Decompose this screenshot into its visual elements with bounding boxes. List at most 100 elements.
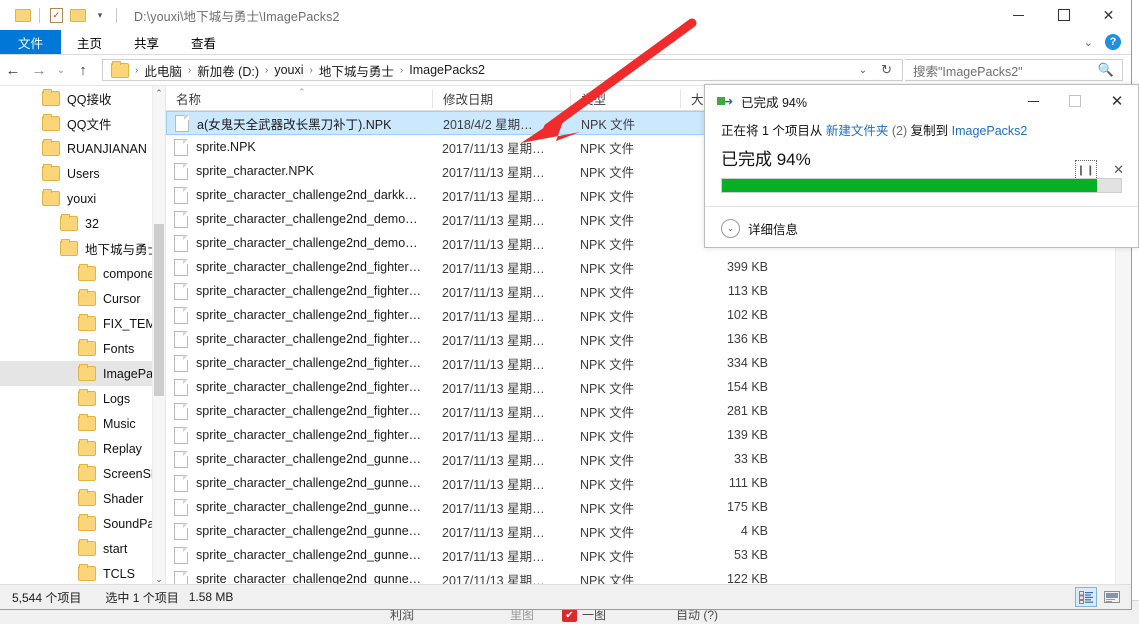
tree-item-Music[interactable]: Music bbox=[0, 411, 165, 436]
table-row[interactable]: sprite_character_challenge2nd_fighter… 20… bbox=[166, 255, 1131, 279]
customize-qat-dropdown-icon[interactable]: ▾ bbox=[89, 4, 111, 26]
column-header-type[interactable]: 类型 bbox=[570, 88, 680, 108]
large-icons-view-icon[interactable] bbox=[1101, 587, 1123, 607]
tab-share[interactable]: 共享 bbox=[118, 30, 175, 54]
address-history-dropdown-icon[interactable]: ⌄ bbox=[853, 65, 873, 76]
cell-date: 2017/11/13 星期… bbox=[442, 333, 545, 348]
window-caption-buttons: ✕ bbox=[996, 0, 1131, 30]
folder-tree: QQ接收 QQ文件 RUANJIANAN Users youxi 32 地下城与勇士 comp… bbox=[0, 86, 165, 586]
tree-item-SoundPack[interactable]: SoundPack bbox=[0, 511, 165, 536]
tab-view[interactable]: 查看 bbox=[175, 30, 232, 54]
nav-scroll-up-icon[interactable]: ⌃ bbox=[153, 86, 165, 100]
copy-destination-link[interactable]: ImagePacks2 bbox=[952, 124, 1028, 138]
tree-item-ImagePack[interactable]: ImagePack bbox=[0, 361, 165, 386]
folder-icon bbox=[78, 464, 96, 481]
dialog-close-button[interactable]: ✕ bbox=[1096, 85, 1138, 117]
tree-item-Replay[interactable]: Replay bbox=[0, 436, 165, 461]
tab-file[interactable]: 文件 bbox=[0, 30, 62, 54]
properties-icon[interactable]: ✓ bbox=[45, 4, 67, 26]
cell-type: NPK 文件 bbox=[580, 285, 635, 300]
nav-pane-scrollbar[interactable]: ⌃ ⌄ bbox=[152, 86, 165, 586]
details-toggle[interactable]: ⌄ 详细信息 bbox=[721, 219, 798, 238]
file-icon bbox=[174, 234, 188, 252]
up-icon[interactable]: ↑ bbox=[70, 57, 96, 83]
table-row[interactable]: sprite_character_challenge2nd_gunne… 2017… bbox=[166, 447, 1131, 471]
folder-icon bbox=[78, 489, 96, 506]
maximize-button[interactable] bbox=[1041, 0, 1086, 30]
file-name-label: sprite_character_challenge2nd_gunne… bbox=[196, 548, 422, 562]
cell-name: sprite_character_challenge2nd_gunne… bbox=[166, 498, 432, 516]
chevron-down-icon[interactable]: ⌄ bbox=[721, 219, 740, 238]
tree-item-TCLS[interactable]: TCLS bbox=[0, 561, 165, 586]
cell-name: sprite_character_challenge2nd_gunne… bbox=[166, 450, 432, 468]
file-icon bbox=[174, 426, 188, 444]
new-folder-icon[interactable] bbox=[67, 4, 89, 26]
tree-item-地下城与勇士[interactable]: 地下城与勇士 bbox=[0, 236, 165, 261]
tree-item-youxi[interactable]: youxi bbox=[0, 186, 165, 211]
table-row[interactable]: sprite_character_challenge2nd_gunne… 2017… bbox=[166, 519, 1131, 543]
folder-icon[interactable] bbox=[12, 4, 34, 26]
tree-item-Shader[interactable]: Shader bbox=[0, 486, 165, 511]
details-label: 详细信息 bbox=[748, 223, 799, 237]
tree-item-Users[interactable]: Users bbox=[0, 161, 165, 186]
expand-ribbon-icon[interactable]: ⌄ bbox=[1080, 36, 1097, 49]
tree-item-start[interactable]: start bbox=[0, 536, 165, 561]
table-row[interactable]: sprite_character_challenge2nd_gunne… 2017… bbox=[166, 543, 1131, 567]
breadcrumb-youxi[interactable]: youxi bbox=[270, 63, 307, 77]
cancel-copy-button[interactable]: ✕ bbox=[1113, 162, 1124, 178]
breadcrumb-imagepacks2[interactable]: ImagePacks2 bbox=[405, 63, 489, 77]
file-icon bbox=[174, 378, 188, 396]
tree-item-label: Logs bbox=[103, 391, 131, 406]
copy-source-link[interactable]: 新建文件夹 bbox=[826, 124, 889, 138]
minimize-button[interactable] bbox=[996, 0, 1041, 30]
table-row[interactable]: sprite_character_challenge2nd_fighter… 20… bbox=[166, 351, 1131, 375]
cell-name: sprite_character_challenge2nd_fighter… bbox=[166, 378, 432, 396]
folder-icon bbox=[78, 339, 96, 356]
refresh-icon[interactable]: ↻ bbox=[879, 62, 900, 78]
tree-item-label: Music bbox=[103, 416, 136, 431]
file-icon bbox=[174, 138, 188, 156]
tree-item-componen[interactable]: componen bbox=[0, 261, 165, 286]
forward-icon[interactable]: → bbox=[26, 57, 52, 83]
breadcrumb-dnf[interactable]: 地下城与勇士 bbox=[315, 61, 398, 80]
search-box[interactable]: 搜索"ImagePacks2" 🔍 bbox=[905, 59, 1123, 81]
breadcrumb-this-pc[interactable]: 此电脑 bbox=[140, 61, 186, 80]
table-row[interactable]: sprite_character_challenge2nd_fighter… 20… bbox=[166, 327, 1131, 351]
table-row[interactable]: sprite_character_challenge2nd_fighter… 20… bbox=[166, 303, 1131, 327]
table-row[interactable]: sprite_character_challenge2nd_gunne… 2017… bbox=[166, 495, 1131, 519]
cell-type: NPK 文件 bbox=[580, 309, 635, 324]
table-row[interactable]: sprite_character_challenge2nd_fighter… 20… bbox=[166, 279, 1131, 303]
tree-item-FIX_TEMP_[interactable]: FIX_TEMP_ bbox=[0, 311, 165, 336]
help-icon[interactable]: ? bbox=[1105, 34, 1121, 50]
column-header-date[interactable]: 修改日期 bbox=[432, 88, 570, 108]
table-row[interactable]: sprite_character_challenge2nd_fighter… 20… bbox=[166, 375, 1131, 399]
address-bar[interactable]: › 此电脑 › 新加卷 (D:) › youxi › 地下城与勇士 › Imag… bbox=[102, 59, 903, 81]
tree-item-QQ接收[interactable]: QQ接收 bbox=[0, 86, 165, 111]
dialog-caption: 已完成 94% bbox=[741, 95, 807, 110]
search-icon[interactable]: 🔍 bbox=[1098, 62, 1122, 78]
breadcrumb-drive-d[interactable]: 新加卷 (D:) bbox=[193, 61, 263, 80]
dialog-minimize-button[interactable] bbox=[1012, 85, 1054, 117]
nav-scrollbar-thumb[interactable] bbox=[154, 224, 164, 396]
address-bar-right-controls: ⌄ ↻ bbox=[853, 62, 900, 78]
search-input[interactable]: 搜索"ImagePacks2" bbox=[905, 61, 1098, 80]
table-row[interactable]: sprite_character_challenge2nd_fighter… 20… bbox=[166, 423, 1131, 447]
tree-item-Fonts[interactable]: Fonts bbox=[0, 336, 165, 361]
tab-home[interactable]: 主页 bbox=[61, 30, 118, 54]
tree-item-QQ文件[interactable]: QQ文件 bbox=[0, 111, 165, 136]
details-view-glyph bbox=[1078, 590, 1093, 604]
tree-item-RUANJIANAN[interactable]: RUANJIANAN bbox=[0, 136, 165, 161]
details-view-icon[interactable] bbox=[1075, 587, 1097, 607]
close-button[interactable]: ✕ bbox=[1086, 0, 1131, 30]
table-row[interactable]: sprite_character_challenge2nd_fighter… 20… bbox=[166, 399, 1131, 423]
tree-item-ScreenSho[interactable]: ScreenSho bbox=[0, 461, 165, 486]
dialog-body: 正在将 1 个项目从 新建文件夹 (2) 复制到 ImagePacks2 已完成… bbox=[705, 120, 1138, 193]
recent-locations-icon[interactable]: ⌄ bbox=[52, 57, 70, 83]
back-icon[interactable]: ← bbox=[0, 57, 26, 83]
crumb-separator-0: › bbox=[135, 64, 139, 76]
pause-button[interactable]: ❙❙ bbox=[1075, 160, 1098, 180]
table-row[interactable]: sprite_character_challenge2nd_gunne… 2017… bbox=[166, 471, 1131, 495]
tree-item-32[interactable]: 32 bbox=[0, 211, 165, 236]
tree-item-Cursor[interactable]: Cursor bbox=[0, 286, 165, 311]
tree-item-Logs[interactable]: Logs bbox=[0, 386, 165, 411]
